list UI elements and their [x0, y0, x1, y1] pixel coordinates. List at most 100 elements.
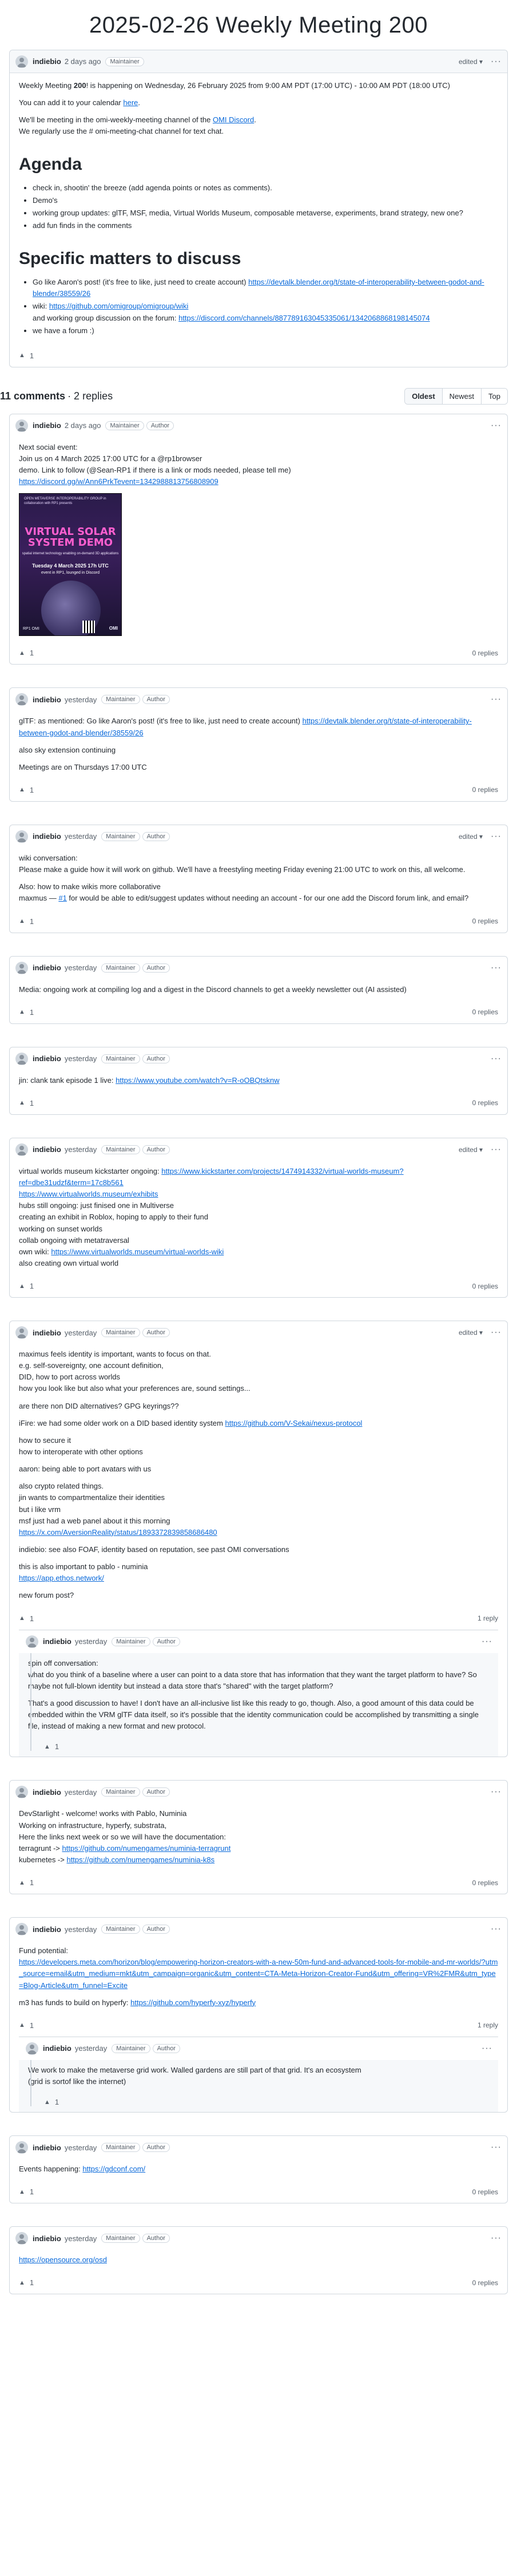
comment-time[interactable]: yesterday	[65, 1145, 97, 1154]
kebab-menu-icon[interactable]: ···	[491, 1145, 502, 1155]
comment-time[interactable]: yesterday	[65, 1054, 97, 1063]
author-name[interactable]: indiebio	[33, 421, 61, 430]
calendar-link[interactable]: here	[123, 98, 138, 107]
avatar[interactable]	[15, 1326, 28, 1339]
author-name[interactable]: indiebio	[33, 963, 61, 972]
edited-dropdown[interactable]: edited ▾	[459, 1146, 483, 1154]
avatar[interactable]	[15, 693, 28, 706]
upvote-icon[interactable]: ▲	[19, 352, 25, 359]
replies-link[interactable]: 0 replies	[472, 2279, 498, 2287]
comment-time[interactable]: yesterday	[65, 2234, 97, 2243]
avatar[interactable]	[15, 2141, 28, 2154]
forum-link[interactable]: https://discord.com/channels/88778916304…	[178, 314, 429, 322]
avatar[interactable]	[15, 1786, 28, 1799]
replies-link[interactable]: 0 replies	[472, 1282, 498, 1290]
upvote-icon[interactable]: ▲	[44, 1743, 50, 1750]
avatar[interactable]	[15, 2232, 28, 2245]
museum-exhibits-link[interactable]: https://www.virtualworlds.museum/exhibit…	[19, 1190, 158, 1198]
edited-dropdown[interactable]: edited ▾	[459, 58, 483, 66]
nexus-protocol-link[interactable]: https://github.com/V-Sekai/nexus-protoco…	[225, 1419, 363, 1427]
upvote-icon[interactable]: ▲	[19, 1099, 25, 1106]
author-name[interactable]: indiebio	[43, 1637, 71, 1646]
author-name[interactable]: indiebio	[33, 1145, 61, 1154]
author-name[interactable]: indiebio	[33, 2234, 61, 2243]
issue-link[interactable]: #1	[58, 894, 66, 902]
author-name[interactable]: indiebio	[33, 1329, 61, 1337]
museum-wiki-link[interactable]: https://www.virtualworlds.museum/virtual…	[51, 1247, 224, 1256]
author-name[interactable]: indiebio	[33, 57, 61, 66]
ethos-link[interactable]: https://app.ethos.network/	[19, 1574, 104, 1582]
replies-link[interactable]: 0 replies	[472, 1099, 498, 1107]
sort-oldest-button[interactable]: Oldest	[405, 388, 442, 404]
x-status-link[interactable]: https://x.com/AversionReality/status/189…	[19, 1528, 217, 1537]
author-name[interactable]: indiebio	[43, 2044, 71, 2053]
meta-fund-link[interactable]: https://developers.meta.com/horizon/blog…	[19, 1958, 498, 1989]
avatar[interactable]	[26, 2042, 38, 2055]
replies-link[interactable]: 0 replies	[472, 917, 498, 925]
sort-newest-button[interactable]: Newest	[442, 388, 482, 404]
youtube-link[interactable]: https://www.youtube.com/watch?v=R-oOBQts…	[116, 1076, 279, 1085]
gdconf-link[interactable]: https://gdconf.com/	[82, 2165, 145, 2173]
replies-link[interactable]: 0 replies	[472, 786, 498, 794]
kebab-menu-icon[interactable]: ···	[491, 963, 502, 973]
comment-time[interactable]: yesterday	[65, 1788, 97, 1797]
kebab-menu-icon[interactable]: ···	[482, 1637, 492, 1647]
avatar[interactable]	[15, 830, 28, 843]
kebab-menu-icon[interactable]: ···	[491, 831, 502, 842]
avatar[interactable]	[26, 1635, 38, 1648]
wiki-link[interactable]: https://github.com/omigroup/omigroup/wik…	[49, 302, 189, 310]
avatar[interactable]	[15, 961, 28, 974]
comment-time[interactable]: yesterday	[65, 2143, 97, 2152]
upvote-icon[interactable]: ▲	[19, 786, 25, 793]
upvote-icon[interactable]: ▲	[19, 1879, 25, 1886]
upvote-icon[interactable]: ▲	[19, 2022, 25, 2029]
kebab-menu-icon[interactable]: ···	[491, 1787, 502, 1797]
comment-time[interactable]: 2 days ago	[65, 421, 101, 430]
reply-time[interactable]: yesterday	[75, 2044, 107, 2053]
replies-link[interactable]: 1 reply	[478, 1614, 498, 1622]
post-time[interactable]: 2 days ago	[65, 57, 101, 66]
replies-link[interactable]: 0 replies	[472, 2188, 498, 2196]
author-name[interactable]: indiebio	[33, 1925, 61, 1934]
upvote-icon[interactable]: ▲	[19, 2189, 25, 2195]
upvote-icon[interactable]: ▲	[19, 1009, 25, 1015]
upvote-icon[interactable]: ▲	[44, 2099, 50, 2106]
terragrunt-link[interactable]: https://github.com/numengames/numinia-te…	[62, 1844, 231, 1853]
comment-time[interactable]: yesterday	[65, 963, 97, 972]
sort-top-button[interactable]: Top	[481, 388, 507, 404]
author-name[interactable]: indiebio	[33, 832, 61, 841]
avatar[interactable]	[15, 1923, 28, 1936]
kebab-menu-icon[interactable]: ···	[491, 421, 502, 431]
upvote-icon[interactable]: ▲	[19, 2279, 25, 2286]
upvote-icon[interactable]: ▲	[19, 650, 25, 657]
kebab-menu-icon[interactable]: ···	[491, 1327, 502, 1338]
author-name[interactable]: indiebio	[33, 1054, 61, 1063]
avatar[interactable]	[15, 1143, 28, 1156]
k8s-link[interactable]: https://github.com/numengames/numinia-k8…	[66, 1855, 214, 1864]
author-name[interactable]: indiebio	[33, 695, 61, 704]
kebab-menu-icon[interactable]: ···	[482, 2043, 492, 2054]
comment-time[interactable]: yesterday	[65, 1329, 97, 1337]
author-name[interactable]: indiebio	[33, 1788, 61, 1797]
comment-time[interactable]: yesterday	[65, 1925, 97, 1934]
upvote-icon[interactable]: ▲	[19, 1283, 25, 1290]
opensource-link[interactable]: https://opensource.org/osd	[19, 2255, 107, 2264]
kebab-menu-icon[interactable]: ···	[491, 694, 502, 705]
avatar[interactable]	[15, 55, 28, 68]
avatar[interactable]	[15, 1052, 28, 1065]
event-poster-image[interactable]: OPEN METAVERSE INTEROPERABILITY GROUP in…	[19, 493, 122, 637]
comment-time[interactable]: yesterday	[65, 695, 97, 704]
kebab-menu-icon[interactable]: ···	[491, 1924, 502, 1934]
kebab-menu-icon[interactable]: ···	[491, 1054, 502, 1064]
upvote-icon[interactable]: ▲	[19, 1615, 25, 1622]
edited-dropdown[interactable]: edited ▾	[459, 1329, 483, 1337]
edited-dropdown[interactable]: edited ▾	[459, 833, 483, 841]
replies-link[interactable]: 1 reply	[478, 2021, 498, 2029]
kebab-menu-icon[interactable]: ···	[491, 57, 502, 67]
replies-link[interactable]: 0 replies	[472, 649, 498, 657]
replies-link[interactable]: 0 replies	[472, 1008, 498, 1016]
reply-time[interactable]: yesterday	[75, 1637, 107, 1646]
author-name[interactable]: indiebio	[33, 2143, 61, 2152]
kebab-menu-icon[interactable]: ···	[491, 2142, 502, 2153]
discord-link[interactable]: OMI Discord	[213, 115, 254, 124]
